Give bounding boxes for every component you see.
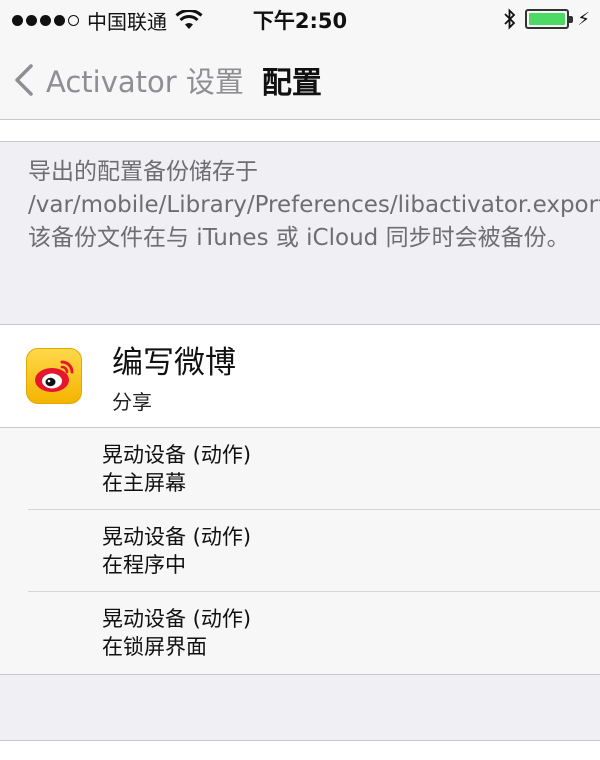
screen: 中国联通 下午2:50 ⚡ Activator 设置 配置 导出的配置备份储存于… [0, 0, 600, 760]
bluetooth-icon [504, 8, 516, 30]
back-button-label: Activator 设置 [46, 64, 244, 99]
assignment-event: 晃动设备 (动作) [102, 442, 252, 467]
status-bar: 中国联通 下午2:50 ⚡ [0, 0, 600, 40]
wifi-icon [175, 10, 203, 29]
assignment-row-home-screen[interactable]: 晃动设备 (动作) 在主屏幕 [28, 428, 600, 510]
signal-strength-icon [12, 14, 79, 26]
export-path-note: 导出的配置备份储存于 /var/mobile/Library/Preferenc… [28, 159, 600, 251]
weibo-icon [26, 348, 82, 404]
app-row-weibo[interactable]: 编写微博 分享 [0, 325, 600, 427]
battery-icon [525, 9, 574, 29]
assignment-row-lock-screen[interactable]: 晃动设备 (动作) 在锁屏界面 [28, 592, 600, 674]
charging-icon: ⚡ [577, 8, 590, 30]
page-title: 配置 [261, 65, 322, 101]
navigation-bar: Activator 设置 配置 [0, 40, 600, 120]
partial-table-cell [0, 740, 600, 760]
assignment-event: 晃动设备 (动作) [102, 607, 252, 631]
assignment-row-in-app[interactable]: 晃动设备 (动作) 在程序中 [28, 510, 600, 592]
assignment-mode: 在程序中 [102, 552, 186, 577]
partial-table-cell [0, 120, 600, 142]
chevron-left-icon [15, 63, 33, 96]
back-button[interactable]: Activator 设置 [14, 59, 244, 101]
app-assignment-group: 编写微博 分享 晃动设备 (动作) 在主屏幕 晃动设备 (动作) 在程序中 晃动… [0, 324, 600, 675]
app-name: 编写微博 [112, 345, 236, 381]
carrier-name: 中国联通 [87, 9, 167, 34]
assignment-mode: 在锁屏界面 [102, 635, 207, 659]
assignment-mode: 在主屏幕 [102, 470, 186, 495]
assignment-event: 晃动设备 (动作) [102, 524, 252, 549]
assignment-list: 晃动设备 (动作) 在主屏幕 晃动设备 (动作) 在程序中 晃动设备 (动作) … [0, 427, 600, 674]
app-subtitle: 分享 [112, 390, 152, 414]
